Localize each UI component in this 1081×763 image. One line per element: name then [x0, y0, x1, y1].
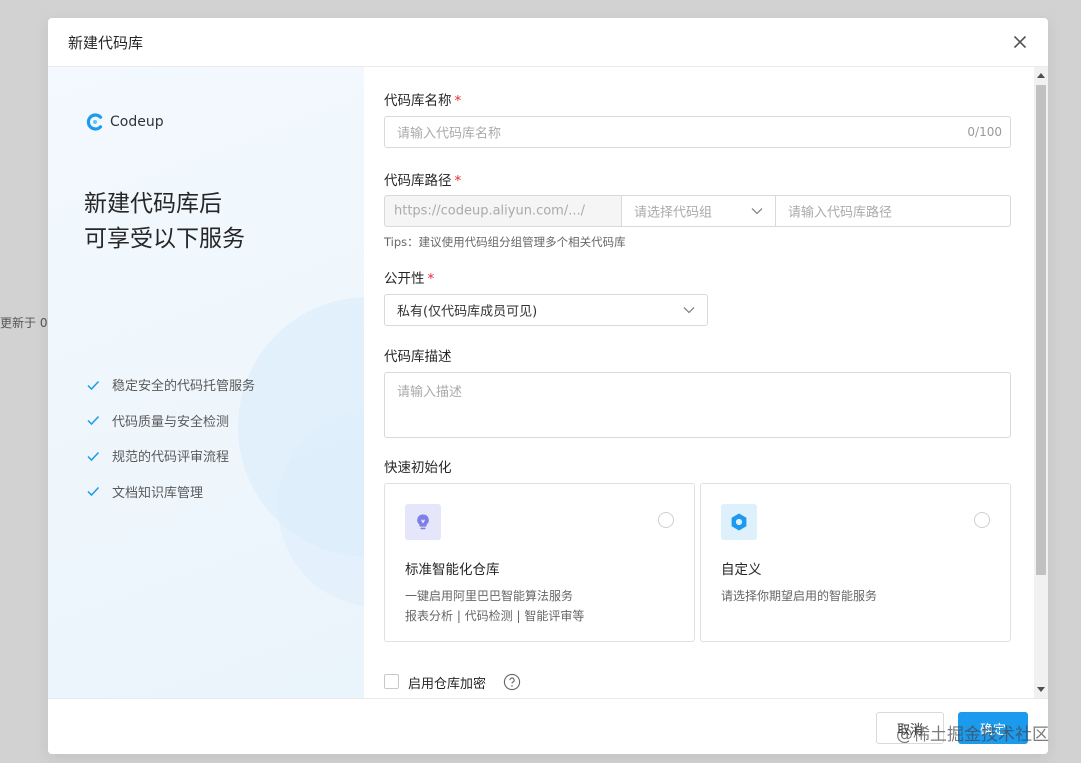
path-tips: Tips：建议使用代码组分组管理多个相关代码库: [384, 235, 626, 249]
scrollbar-thumb[interactable]: [1036, 85, 1046, 575]
encryption-checkbox[interactable]: [384, 674, 399, 689]
feature-label: 代码质量与安全检测: [112, 414, 230, 430]
lightbulb-icon: [405, 504, 441, 540]
visibility-label: 公开性 *: [384, 267, 434, 287]
feature-item: 代码质量与安全检测: [86, 403, 255, 439]
code-group-select[interactable]: 请选择代码组: [621, 195, 776, 227]
init-option-custom[interactable]: 自定义 请选择你期望启用的智能服务: [700, 483, 1011, 642]
repo-path-label: 代码库路径 *: [384, 169, 461, 189]
visibility-label-text: 公开性: [384, 271, 425, 287]
dialog-footer: 取消 确定: [48, 698, 1048, 754]
visibility-select[interactable]: 私有(仅代码库成员可见): [384, 294, 708, 326]
feature-item: 稳定安全的代码托管服务: [86, 367, 255, 403]
init-option-title: 标准智能化仓库: [405, 562, 500, 578]
required-mark: *: [427, 271, 435, 287]
repo-path-placeholder: 请输入代码库路径: [788, 205, 893, 221]
feature-label: 稳定安全的代码托管服务: [112, 379, 256, 395]
quick-init-label: 快速初始化: [384, 460, 452, 476]
chevron-down-icon: [751, 208, 763, 215]
init-option-desc-line: 一键启用阿里巴巴智能算法服务: [405, 589, 574, 603]
description-textarea[interactable]: 请输入描述: [384, 372, 1011, 438]
check-icon: [87, 451, 100, 461]
form-scrollbar[interactable]: [1034, 67, 1048, 698]
confirm-button[interactable]: 确定: [958, 712, 1028, 744]
help-icon[interactable]: [503, 673, 521, 691]
feature-item: 规范的代码评审流程: [86, 438, 255, 474]
repo-path-prefix: https://codeup.aliyun.com/.../: [384, 195, 621, 227]
check-icon: [87, 487, 100, 497]
init-option-desc-line: 报表分析 | 代码检测 | 智能评审等: [405, 609, 585, 623]
repo-path-input[interactable]: 请输入代码库路径: [775, 195, 1011, 227]
chevron-down-icon: [683, 307, 695, 314]
check-icon: [87, 416, 100, 426]
init-option-radio[interactable]: [658, 512, 674, 528]
init-option-standard[interactable]: 标准智能化仓库 一键启用阿里巴巴智能算法服务 报表分析 | 代码检测 | 智能评…: [384, 483, 695, 642]
repo-name-label: 代码库名称 *: [384, 89, 461, 109]
headline-line-1: 新建代码库后: [84, 191, 222, 217]
cancel-button[interactable]: 取消: [876, 712, 944, 744]
init-option-description: 请选择你期望启用的智能服务: [721, 586, 877, 606]
dialog-header: 新建代码库: [48, 18, 1048, 67]
close-icon[interactable]: [1010, 32, 1030, 52]
new-repo-dialog: 新建代码库 Codeup 新建代码库后 可享受以下服务 稳定安全的代码托管服务: [48, 18, 1048, 754]
repo-name-input[interactable]: 请输入代码库名称 0/100: [384, 116, 1011, 148]
hexagon-icon: [721, 504, 757, 540]
feature-item: 文档知识库管理: [86, 474, 255, 510]
dialog-title: 新建代码库: [68, 34, 144, 52]
code-group-placeholder: 请选择代码组: [634, 205, 713, 221]
feature-label: 文档知识库管理: [112, 485, 204, 501]
init-option-title: 自定义: [721, 562, 762, 578]
visibility-selected-value: 私有(仅代码库成员可见): [397, 304, 538, 320]
repo-name-label-text: 代码库名称: [384, 93, 452, 109]
init-option-desc-line: 请选择你期望启用的智能服务: [721, 589, 878, 603]
intro-panel: Codeup 新建代码库后 可享受以下服务 稳定安全的代码托管服务 代码质量与安…: [48, 67, 364, 698]
scroll-up-arrow-icon[interactable]: [1037, 72, 1045, 78]
required-mark: *: [454, 173, 462, 189]
scroll-down-arrow-icon[interactable]: [1037, 687, 1045, 693]
form-panel: 代码库名称 * 请输入代码库名称 0/100 代码库路径 * https://cod…: [364, 67, 1034, 698]
char-counter: 0/100: [967, 125, 1002, 139]
repo-name-placeholder: 请输入代码库名称: [397, 126, 502, 142]
feature-list: 稳定安全的代码托管服务 代码质量与安全检测 规范的代码评审流程 文档知识库管理: [86, 367, 255, 509]
background-updated-text: 更新于 01: [0, 316, 56, 330]
check-icon: [87, 380, 100, 390]
required-mark: *: [454, 93, 462, 109]
repo-path-label-text: 代码库路径: [384, 173, 452, 189]
logo-text: Codeup: [110, 114, 164, 130]
intro-headline: 新建代码库后 可享受以下服务: [84, 187, 245, 257]
codeup-logo-icon: [86, 113, 103, 131]
codeup-logo: Codeup: [86, 113, 164, 131]
description-placeholder: 请输入描述: [397, 385, 463, 400]
headline-line-2: 可享受以下服务: [84, 226, 245, 252]
init-option-radio[interactable]: [974, 512, 990, 528]
encryption-label: 启用仓库加密: [408, 677, 487, 692]
description-label: 代码库描述: [384, 349, 452, 365]
feature-label: 规范的代码评审流程: [112, 450, 230, 466]
repo-path-prefix-text: https://codeup.aliyun.com/.../: [394, 203, 585, 219]
init-option-description: 一键启用阿里巴巴智能算法服务 报表分析 | 代码检测 | 智能评审等: [405, 586, 584, 626]
